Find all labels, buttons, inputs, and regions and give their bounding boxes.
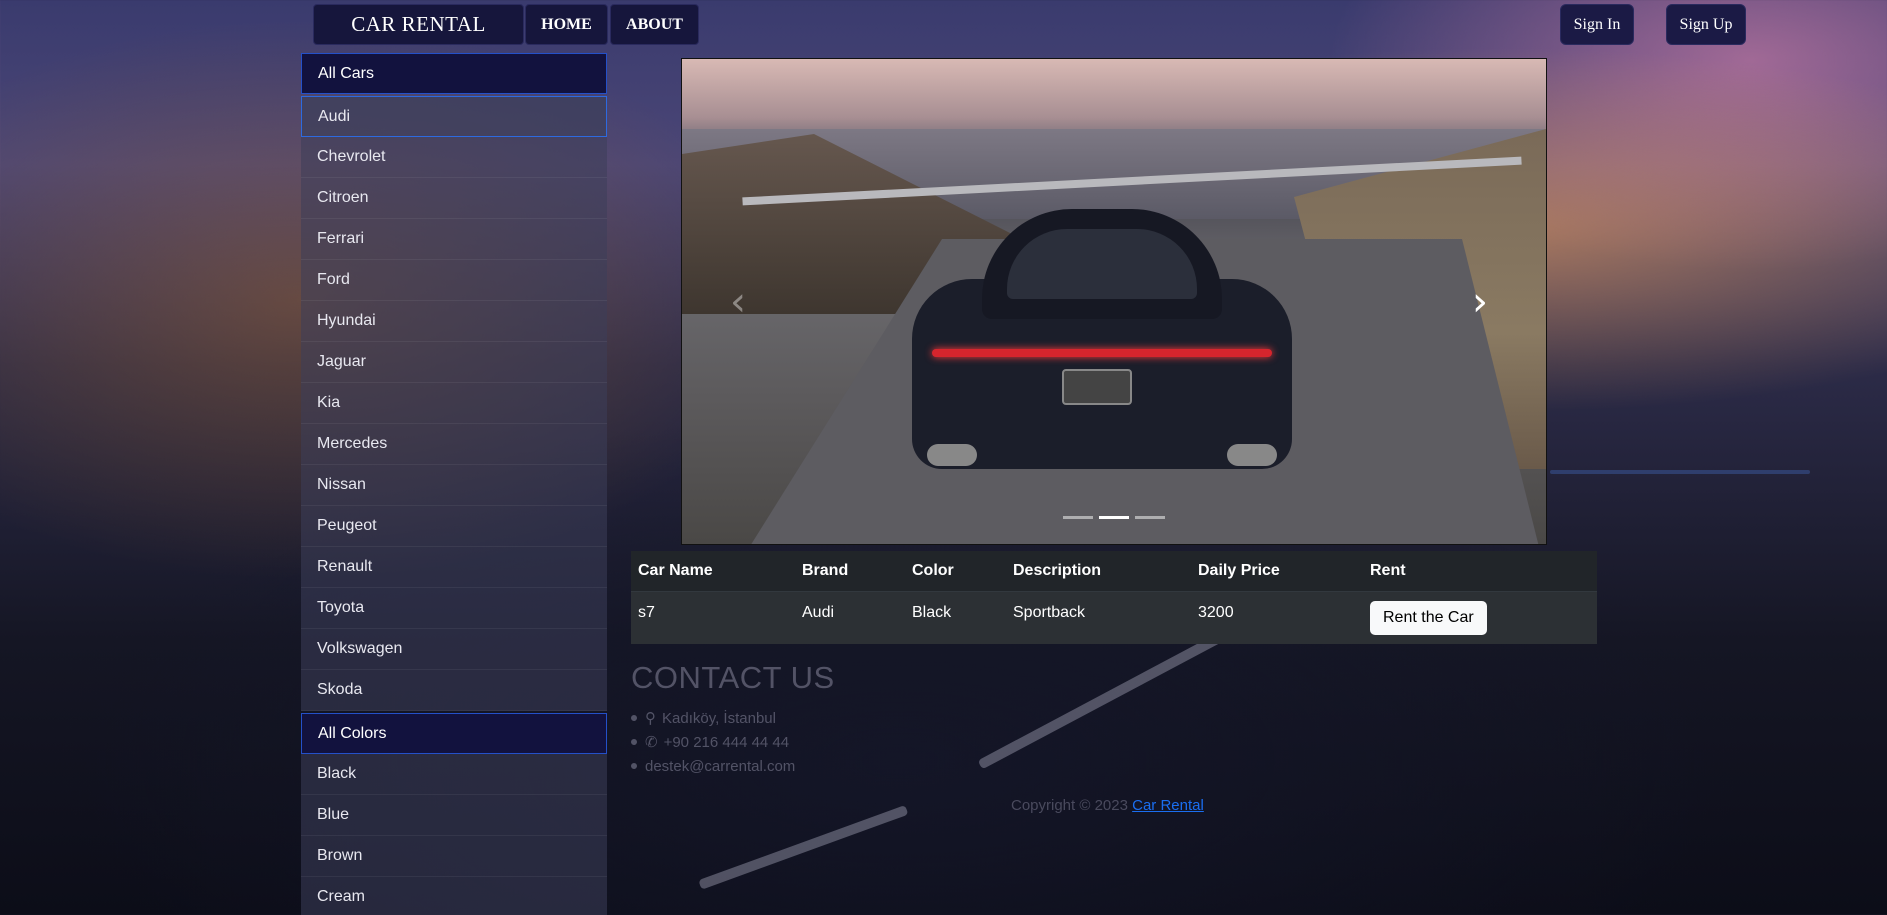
rent-car-button[interactable]: Rent the Car xyxy=(1370,600,1487,635)
phone-icon: ✆ xyxy=(645,734,658,751)
email-text: destek@carrental.com xyxy=(645,757,796,775)
brand-item-skoda[interactable]: Skoda xyxy=(301,670,607,711)
brand-item-peugeot[interactable]: Peugeot xyxy=(301,506,607,547)
header-daily-price: Daily Price xyxy=(1191,551,1363,592)
car-rental-link[interactable]: Car Rental xyxy=(1132,797,1204,814)
header-rent: Rent xyxy=(1363,551,1597,592)
cell-color: Black xyxy=(905,591,1006,644)
color-item-brown[interactable]: Brown xyxy=(301,836,607,877)
contact-phone: ✆ +90 216 444 44 44 xyxy=(631,730,835,754)
brand-item-kia[interactable]: Kia xyxy=(301,383,607,424)
brand-item-hyundai[interactable]: Hyundai xyxy=(301,301,607,342)
phone-text: +90 216 444 44 44 xyxy=(663,733,790,751)
carousel-indicator[interactable] xyxy=(1063,516,1093,519)
cell-brand: Audi xyxy=(795,591,905,644)
header-car-name: Car Name xyxy=(631,551,795,592)
carousel-indicators xyxy=(1063,516,1165,519)
all-colors-item[interactable]: All Colors xyxy=(301,713,607,754)
cars-table: Car Name Brand Color Description Daily P… xyxy=(631,551,1597,644)
cell-rent: Rent the Car xyxy=(1363,591,1597,644)
copyright-text: Copyright © 2023 xyxy=(1011,797,1128,814)
table-row: s7 Audi Black Sportback 3200 Rent the Ca… xyxy=(631,591,1597,644)
chevron-left-icon[interactable]: ‹ xyxy=(730,279,746,325)
header-color: Color xyxy=(905,551,1006,592)
brand-item-ford[interactable]: Ford xyxy=(301,260,607,301)
contact-email: destek@carrental.com xyxy=(631,754,835,778)
brand-item-chevrolet[interactable]: Chevrolet xyxy=(301,137,607,178)
color-item-blue[interactable]: Blue xyxy=(301,795,607,836)
table-header-row: Car Name Brand Color Description Daily P… xyxy=(631,551,1597,592)
car-photo xyxy=(912,209,1292,479)
map-marker-icon: ⚲ xyxy=(645,710,656,727)
cell-description: Sportback xyxy=(1006,591,1191,644)
header-brand: Brand xyxy=(795,551,905,592)
brand-item-jaguar[interactable]: Jaguar xyxy=(301,342,607,383)
address-text: Kadıköy, İstanbul xyxy=(662,709,776,727)
road-edge xyxy=(1550,470,1810,474)
home-nav-button[interactable]: HOME xyxy=(525,4,608,45)
brand-item-nissan[interactable]: Nissan xyxy=(301,465,607,506)
cell-car-name: s7 xyxy=(631,591,795,644)
brand-item-mercedes[interactable]: Mercedes xyxy=(301,424,607,465)
brand-logo[interactable]: CAR RENTAL xyxy=(313,4,524,45)
chevron-right-icon[interactable]: › xyxy=(1472,279,1488,325)
sign-up-button[interactable]: Sign Up xyxy=(1666,4,1746,45)
cell-daily-price: 3200 xyxy=(1191,591,1363,644)
carousel-indicator[interactable] xyxy=(1135,516,1165,519)
footer-copyright: Copyright © 2023 Car Rental xyxy=(1011,797,1204,814)
color-item-black[interactable]: Black xyxy=(301,754,607,795)
contact-address: ⚲ Kadıköy, İstanbul xyxy=(631,706,835,730)
color-item-cream[interactable]: Cream xyxy=(301,877,607,915)
car-image-carousel: ‹ › xyxy=(681,58,1547,545)
about-nav-button[interactable]: ABOUT xyxy=(610,4,699,45)
contact-section: CONTACT US ⚲ Kadıköy, İstanbul ✆ +90 216… xyxy=(631,660,835,778)
brand-item-renault[interactable]: Renault xyxy=(301,547,607,588)
all-cars-item[interactable]: All Cars xyxy=(301,53,607,94)
brand-item-ferrari[interactable]: Ferrari xyxy=(301,219,607,260)
sign-in-button[interactable]: Sign In xyxy=(1560,4,1634,45)
brand-item-toyota[interactable]: Toyota xyxy=(301,588,607,629)
filter-sidebar: All Cars Audi Chevrolet Citroen Ferrari … xyxy=(301,53,607,915)
brand-item-volkswagen[interactable]: Volkswagen xyxy=(301,629,607,670)
header-description: Description xyxy=(1006,551,1191,592)
contact-title: CONTACT US xyxy=(631,660,835,695)
road-streak xyxy=(698,805,909,890)
brand-item-citroen[interactable]: Citroen xyxy=(301,178,607,219)
carousel-indicator-active[interactable] xyxy=(1099,516,1129,519)
brand-item-audi[interactable]: Audi xyxy=(301,96,607,137)
